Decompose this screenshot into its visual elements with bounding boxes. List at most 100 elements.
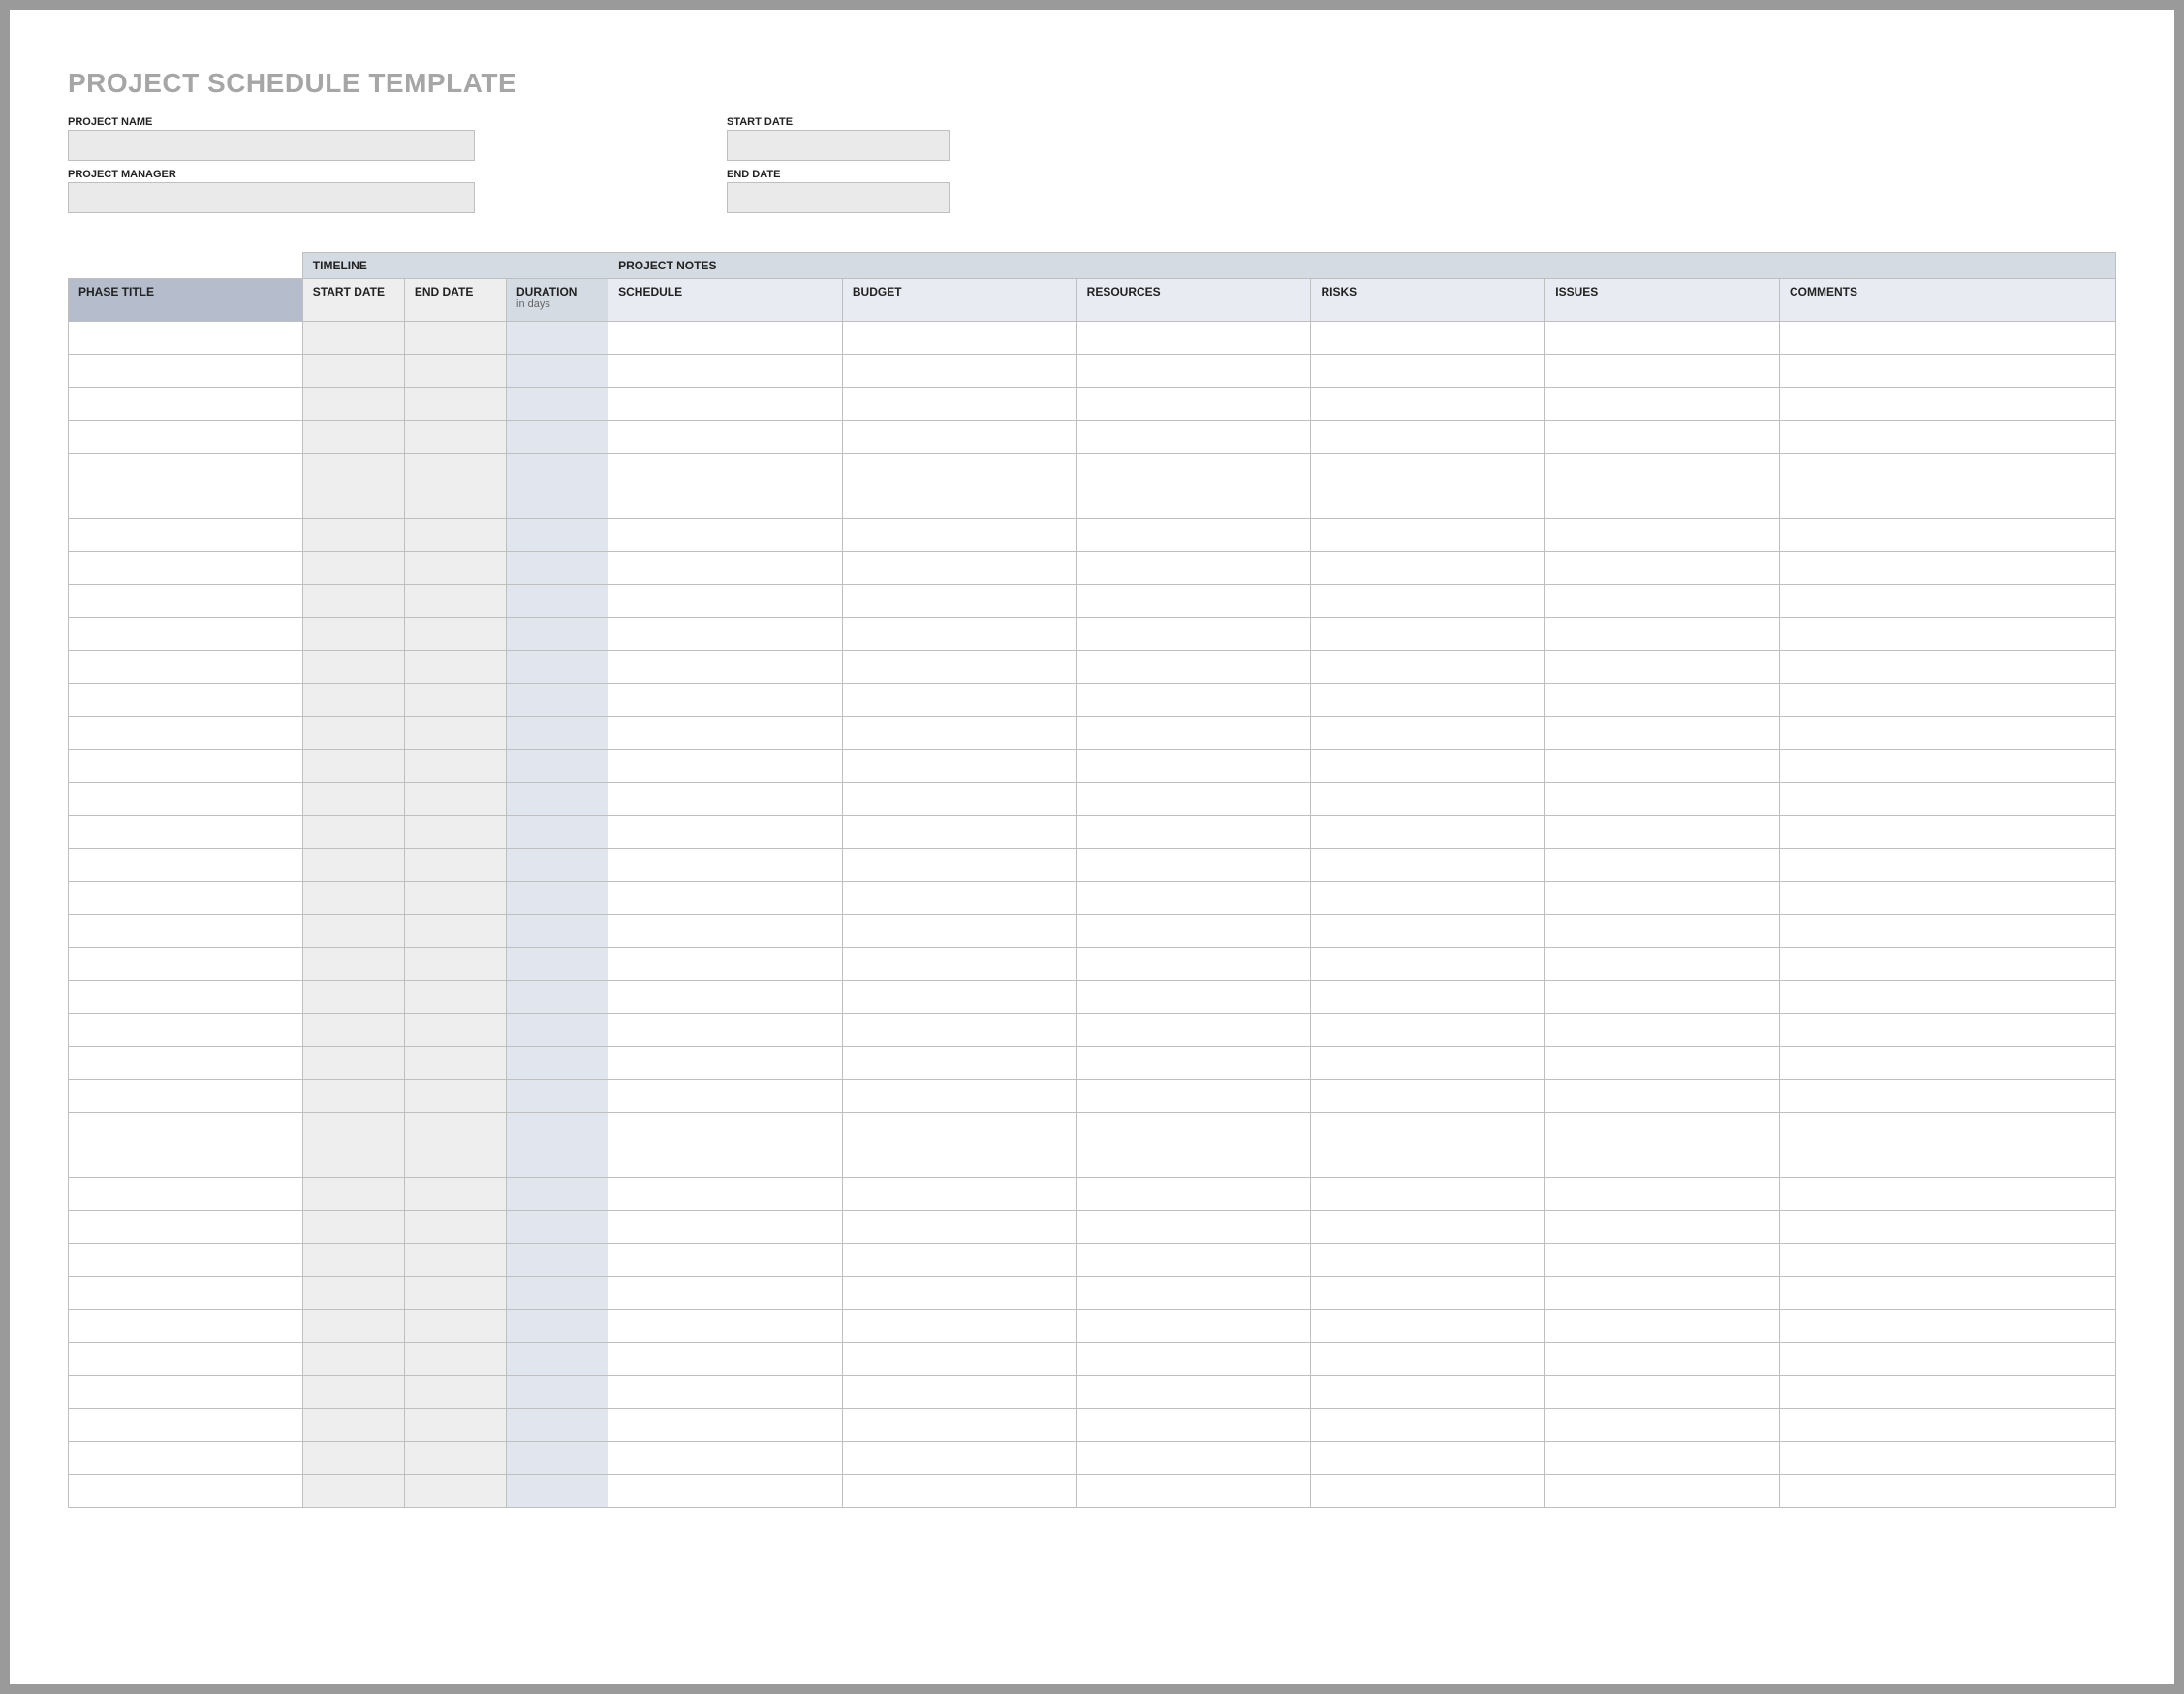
cell-budget[interactable] <box>842 1014 1076 1047</box>
cell-start[interactable] <box>302 585 404 618</box>
cell-issues[interactable] <box>1545 651 1780 684</box>
cell-comm[interactable] <box>1780 1211 2116 1244</box>
cell-res[interactable] <box>1076 1244 1311 1277</box>
cell-res[interactable] <box>1076 552 1311 585</box>
cell-budget[interactable] <box>842 1442 1076 1475</box>
cell-issues[interactable] <box>1545 882 1780 915</box>
cell-phase[interactable] <box>69 486 303 519</box>
cell-duration[interactable] <box>507 1442 608 1475</box>
cell-duration[interactable] <box>507 486 608 519</box>
cell-res[interactable] <box>1076 454 1311 486</box>
cell-start[interactable] <box>302 717 404 750</box>
cell-start[interactable] <box>302 915 404 948</box>
cell-phase[interactable] <box>69 849 303 882</box>
cell-issues[interactable] <box>1545 552 1780 585</box>
cell-risks[interactable] <box>1311 1310 1545 1343</box>
cell-phase[interactable] <box>69 948 303 981</box>
cell-issues[interactable] <box>1545 1080 1780 1113</box>
cell-issues[interactable] <box>1545 1113 1780 1145</box>
cell-end[interactable] <box>404 1080 506 1113</box>
cell-sched[interactable] <box>608 1376 843 1409</box>
cell-issues[interactable] <box>1545 454 1780 486</box>
cell-sched[interactable] <box>608 454 843 486</box>
cell-risks[interactable] <box>1311 849 1545 882</box>
cell-res[interactable] <box>1076 1211 1311 1244</box>
cell-risks[interactable] <box>1311 1113 1545 1145</box>
cell-phase[interactable] <box>69 618 303 651</box>
cell-comm[interactable] <box>1780 948 2116 981</box>
cell-comm[interactable] <box>1780 1409 2116 1442</box>
cell-res[interactable] <box>1076 1475 1311 1508</box>
cell-end[interactable] <box>404 519 506 552</box>
cell-duration[interactable] <box>507 355 608 388</box>
cell-sched[interactable] <box>608 355 843 388</box>
cell-budget[interactable] <box>842 552 1076 585</box>
cell-budget[interactable] <box>842 1376 1076 1409</box>
cell-risks[interactable] <box>1311 388 1545 421</box>
cell-res[interactable] <box>1076 355 1311 388</box>
cell-budget[interactable] <box>842 816 1076 849</box>
cell-end[interactable] <box>404 981 506 1014</box>
cell-phase[interactable] <box>69 651 303 684</box>
cell-budget[interactable] <box>842 981 1076 1014</box>
cell-issues[interactable] <box>1545 585 1780 618</box>
cell-budget[interactable] <box>842 849 1076 882</box>
cell-res[interactable] <box>1076 388 1311 421</box>
cell-end[interactable] <box>404 915 506 948</box>
cell-sched[interactable] <box>608 948 843 981</box>
cell-end[interactable] <box>404 1113 506 1145</box>
cell-phase[interactable] <box>69 1376 303 1409</box>
cell-budget[interactable] <box>842 1244 1076 1277</box>
cell-duration[interactable] <box>507 1244 608 1277</box>
cell-issues[interactable] <box>1545 1310 1780 1343</box>
cell-sched[interactable] <box>608 1409 843 1442</box>
cell-issues[interactable] <box>1545 1145 1780 1178</box>
cell-res[interactable] <box>1076 750 1311 783</box>
cell-issues[interactable] <box>1545 486 1780 519</box>
cell-phase[interactable] <box>69 684 303 717</box>
cell-issues[interactable] <box>1545 750 1780 783</box>
cell-start[interactable] <box>302 454 404 486</box>
cell-issues[interactable] <box>1545 1211 1780 1244</box>
cell-issues[interactable] <box>1545 1047 1780 1080</box>
cell-phase[interactable] <box>69 717 303 750</box>
cell-phase[interactable] <box>69 1475 303 1508</box>
cell-duration[interactable] <box>507 585 608 618</box>
cell-start[interactable] <box>302 849 404 882</box>
cell-phase[interactable] <box>69 552 303 585</box>
cell-issues[interactable] <box>1545 1475 1780 1508</box>
cell-budget[interactable] <box>842 882 1076 915</box>
cell-duration[interactable] <box>507 1475 608 1508</box>
cell-res[interactable] <box>1076 684 1311 717</box>
cell-issues[interactable] <box>1545 783 1780 816</box>
cell-sched[interactable] <box>608 486 843 519</box>
cell-duration[interactable] <box>507 915 608 948</box>
cell-risks[interactable] <box>1311 585 1545 618</box>
cell-end[interactable] <box>404 552 506 585</box>
cell-sched[interactable] <box>608 552 843 585</box>
cell-issues[interactable] <box>1545 1442 1780 1475</box>
cell-comm[interactable] <box>1780 882 2116 915</box>
cell-phase[interactable] <box>69 750 303 783</box>
cell-duration[interactable] <box>507 948 608 981</box>
cell-start[interactable] <box>302 1409 404 1442</box>
cell-issues[interactable] <box>1545 816 1780 849</box>
cell-risks[interactable] <box>1311 1442 1545 1475</box>
cell-end[interactable] <box>404 1145 506 1178</box>
cell-comm[interactable] <box>1780 322 2116 355</box>
cell-comm[interactable] <box>1780 915 2116 948</box>
cell-issues[interactable] <box>1545 981 1780 1014</box>
cell-end[interactable] <box>404 1014 506 1047</box>
cell-sched[interactable] <box>608 750 843 783</box>
cell-risks[interactable] <box>1311 882 1545 915</box>
cell-end[interactable] <box>404 1178 506 1211</box>
cell-issues[interactable] <box>1545 1343 1780 1376</box>
cell-res[interactable] <box>1076 1442 1311 1475</box>
cell-res[interactable] <box>1076 1310 1311 1343</box>
cell-budget[interactable] <box>842 1080 1076 1113</box>
cell-duration[interactable] <box>507 717 608 750</box>
cell-duration[interactable] <box>507 684 608 717</box>
cell-start[interactable] <box>302 1343 404 1376</box>
cell-res[interactable] <box>1076 1409 1311 1442</box>
cell-sched[interactable] <box>608 1047 843 1080</box>
